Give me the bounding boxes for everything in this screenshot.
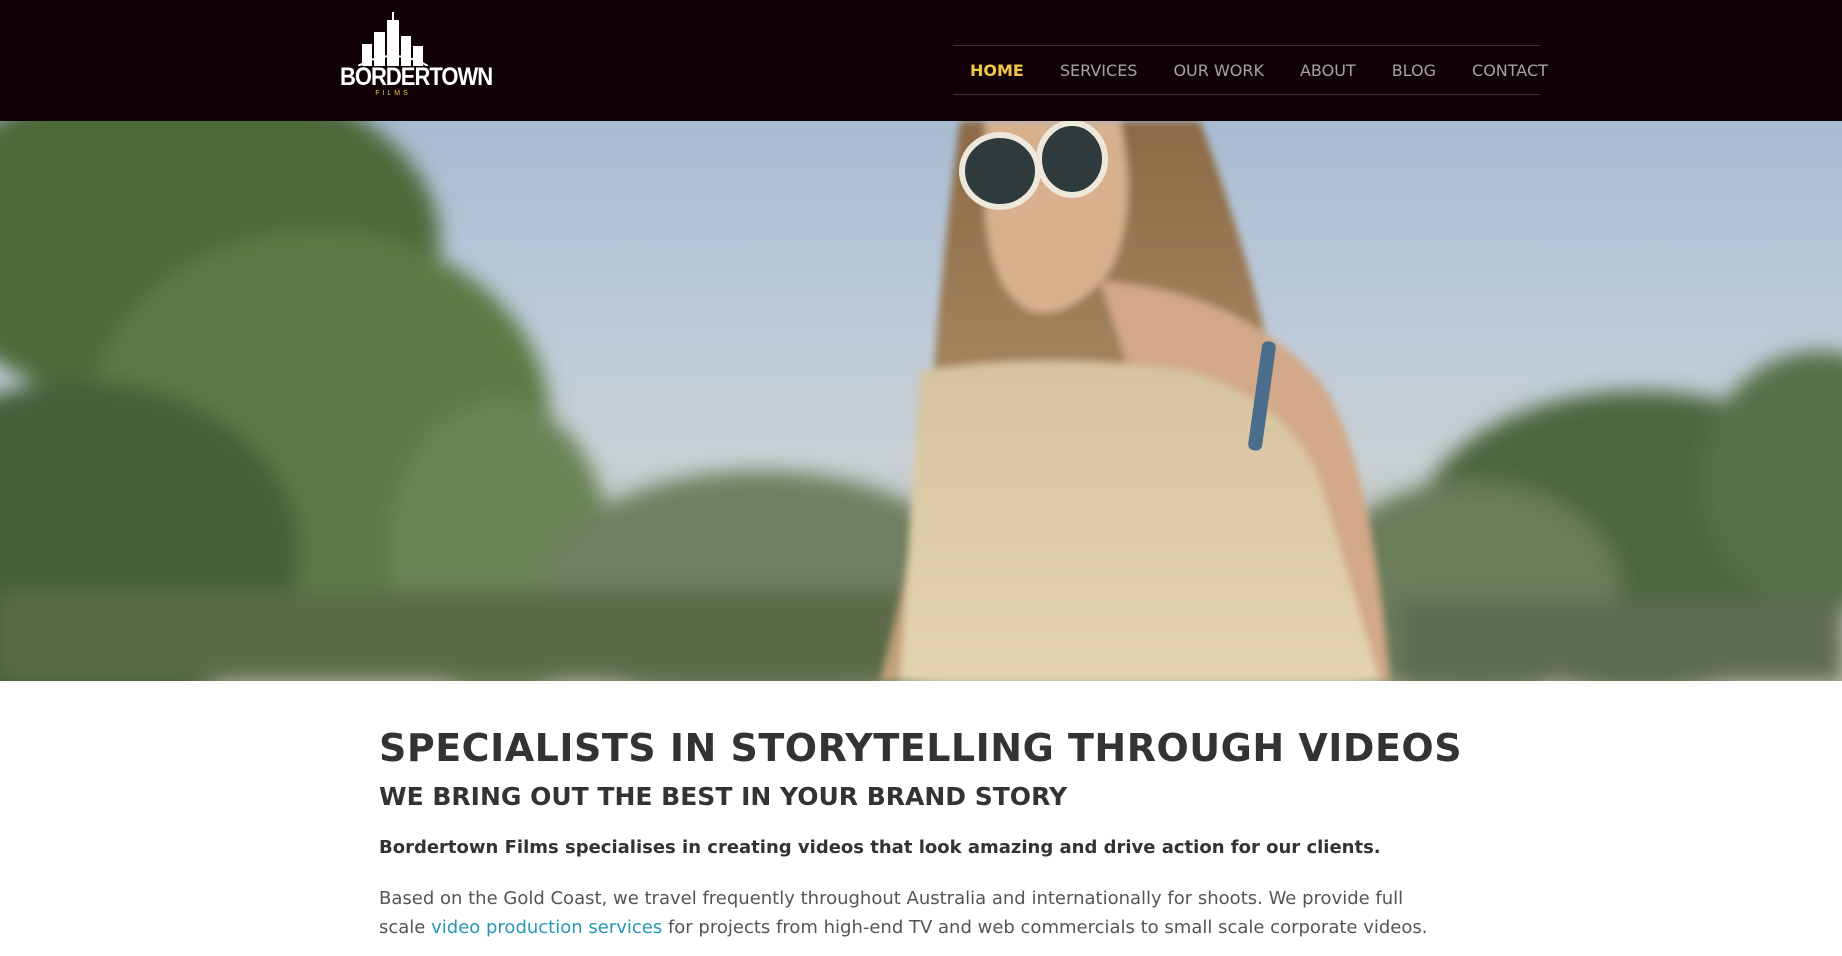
logo-tagline: FILMS	[375, 90, 411, 97]
nav-home[interactable]: HOME	[970, 61, 1024, 80]
main-nav: HOME SERVICES OUR WORK ABOUT BLOG CONTAC…	[953, 45, 1548, 95]
intro-lead: Bordertown Films specialises in creating…	[379, 837, 1381, 858]
video-production-services-link[interactable]: video production services	[431, 917, 662, 938]
nav-services[interactable]: SERVICES	[1060, 61, 1138, 80]
city-skyline-icon	[358, 12, 428, 66]
intro-paragraph: Based on the Gold Coast, we travel frequ…	[379, 884, 1439, 942]
bordertown-logo[interactable]: BORDERTOWN FILMS	[340, 10, 493, 100]
site-header: BORDERTOWN FILMS HOME SERVICES OUR WORK …	[0, 0, 1842, 121]
main-content: SPECIALISTS IN STORYTELLING THROUGH VIDE…	[379, 726, 1479, 942]
nav-contact[interactable]: CONTACT	[1472, 61, 1548, 80]
intro-text-end: for projects from high-end TV and web co…	[662, 917, 1428, 938]
page-subheadline: WE BRING OUT THE BEST IN YOUR BRAND STOR…	[379, 782, 1068, 811]
hero-image	[0, 121, 1842, 681]
logo-wordmark: BORDERTOWN	[340, 62, 493, 91]
page-headline: SPECIALISTS IN STORYTELLING THROUGH VIDE…	[379, 726, 1463, 770]
nav-our-work[interactable]: OUR WORK	[1173, 61, 1264, 80]
nav-about[interactable]: ABOUT	[1300, 61, 1356, 80]
hero-video-banner	[0, 121, 1842, 681]
nav-blog[interactable]: BLOG	[1392, 61, 1436, 80]
